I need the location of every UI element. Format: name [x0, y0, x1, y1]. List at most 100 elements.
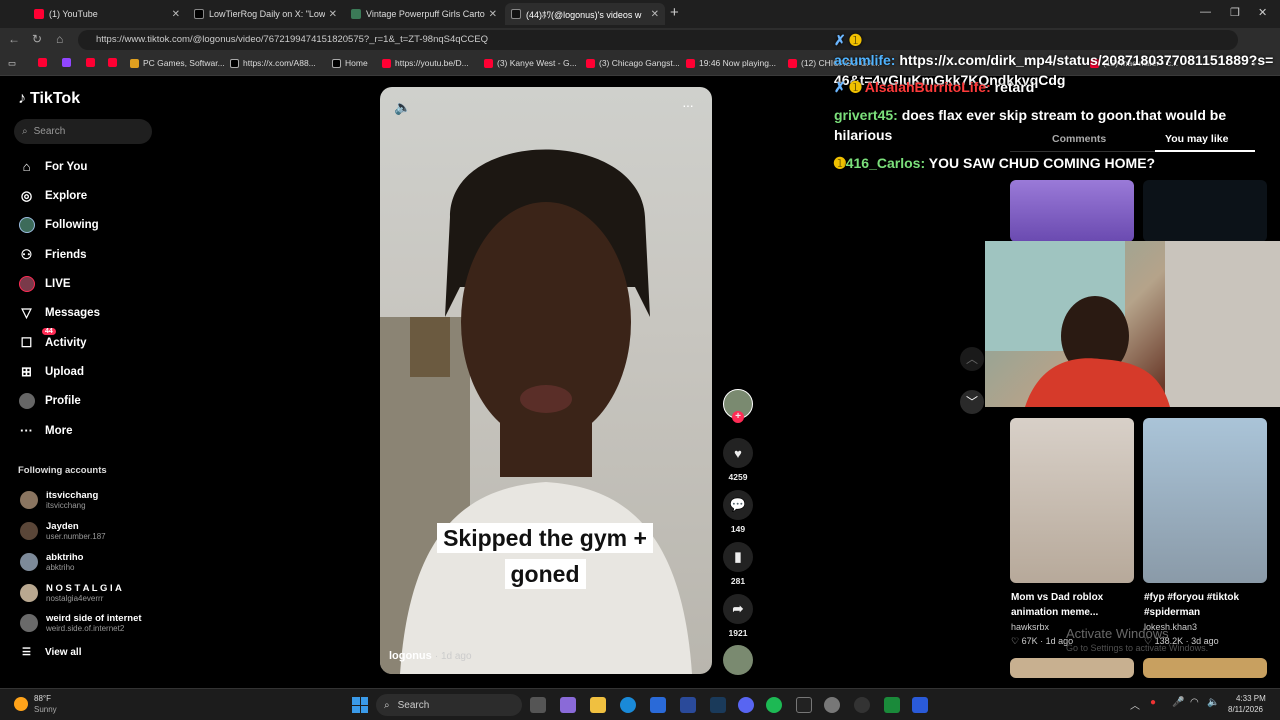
browser-tab-active[interactable]: (44)ﾎﾜ(@logonus)'s videos w ✕ — [505, 3, 665, 25]
bookmark-item[interactable]: Home — [332, 58, 368, 68]
next-video-button[interactable]: ﹀ — [960, 390, 984, 414]
windows-start-icon[interactable] — [352, 697, 368, 713]
bookmark-item[interactable]: https://x.com/A88... — [230, 58, 316, 68]
clock-time[interactable]: 4:33 PM — [1236, 694, 1266, 703]
video-author[interactable]: logonus · 1d ago — [389, 650, 472, 662]
volume-icon[interactable]: 🔈 — [1207, 697, 1219, 708]
sound-avatar-button[interactable] — [722, 645, 754, 679]
browser-tab[interactable]: (1) YouTube ✕ — [28, 3, 186, 25]
active-tab-indicator — [1155, 150, 1255, 152]
excel-icon[interactable] — [884, 697, 900, 713]
settings-icon[interactable] — [824, 697, 840, 713]
like-button[interactable]: ♥ 4259 — [722, 438, 754, 482]
webcam-frame — [985, 241, 1280, 407]
store-icon[interactable] — [650, 697, 666, 713]
maximize-icon[interactable]: ❐ — [1230, 6, 1240, 19]
close-icon[interactable]: ✕ — [651, 9, 659, 20]
nav-activity[interactable]: ☐ 44 Activity — [18, 328, 87, 351]
browser-tab[interactable]: LowTierRog Daily on X: "LowTierG ✕ — [188, 3, 343, 25]
youtube-icon[interactable] — [108, 58, 121, 67]
card-title[interactable]: #fyp #foryou #tiktok #spiderman — [1144, 590, 1256, 620]
epic-games-icon[interactable] — [796, 697, 812, 713]
account-item[interactable]: N O S T A L G I Anostalgia4everrr — [20, 583, 122, 603]
edge-icon[interactable] — [620, 697, 636, 713]
spotify-icon[interactable] — [766, 697, 782, 713]
chevron-up-icon[interactable]: ︿ — [1130, 697, 1140, 712]
video-thumbnail[interactable] — [1143, 180, 1267, 242]
chat-username: grivert45: — [834, 107, 898, 123]
app-icon[interactable] — [680, 697, 696, 713]
nav-friends[interactable]: ⚇ Friends — [18, 246, 87, 263]
previous-video-button[interactable]: ︿ — [960, 347, 984, 371]
save-button[interactable]: ▮ 281 — [722, 542, 754, 586]
bookmark-item[interactable]: (3) Chicago Gangst... — [586, 58, 680, 68]
tray-icon[interactable]: ● — [1150, 697, 1156, 708]
tab-title: (44)ﾎﾜ(@logonus)'s videos w — [526, 9, 642, 20]
account-item[interactable]: weird side of internet weird.side.of.inte… — [20, 613, 142, 633]
bookmark-item[interactable]: 19:46 Now playing... — [686, 58, 776, 68]
video-thumbnail[interactable] — [1010, 180, 1134, 242]
view-all-link[interactable]: ☰ View all — [22, 647, 81, 658]
bookmark-item[interactable]: https://youtu.be/D... — [382, 58, 469, 68]
nav-for-you[interactable]: ⌂ For You — [18, 158, 88, 175]
close-icon[interactable]: ✕ — [489, 9, 497, 20]
nav-label: Messages — [45, 306, 100, 319]
nav-more[interactable]: ··· More — [18, 422, 72, 439]
new-tab-icon[interactable]: + — [670, 4, 679, 21]
task-view-icon[interactable] — [530, 697, 546, 713]
video-thumbnail[interactable] — [1010, 418, 1134, 583]
card-user[interactable]: hawksrbx — [1011, 622, 1049, 632]
comment-button[interactable]: 💬 149 — [722, 490, 754, 534]
video-thumbnail[interactable] — [1010, 658, 1134, 678]
discord-icon[interactable] — [738, 697, 754, 713]
bookmark-item[interactable]: (3) Kanye West - G... — [484, 58, 577, 68]
close-icon[interactable]: ✕ — [172, 9, 180, 20]
chevron-down-icon: ﹀ — [965, 395, 978, 409]
tablet-icon[interactable]: ▭ — [8, 58, 16, 69]
copilot-icon[interactable] — [560, 697, 576, 713]
app-icon[interactable] — [912, 697, 928, 713]
more-options-icon[interactable]: ··· — [682, 97, 694, 113]
youtube-icon[interactable] — [86, 58, 99, 67]
account-item[interactable]: abktriho abktriho — [20, 552, 83, 572]
home-icon[interactable]: ⌂ — [56, 32, 63, 46]
search-input[interactable]: ⌕ Search — [14, 119, 152, 144]
obs-icon[interactable] — [854, 697, 870, 713]
card-title[interactable]: Mom vs Dad roblox animation meme... — [1011, 590, 1129, 620]
nav-explore[interactable]: ◎ Explore — [18, 187, 87, 204]
compass-icon: ◎ — [20, 187, 33, 203]
nav-live[interactable]: LIVE — [18, 275, 71, 292]
close-icon[interactable]: ✕ — [329, 9, 337, 20]
video-thumbnail[interactable] — [1143, 658, 1267, 678]
tiktok-logo[interactable]: ♪ TikTok — [18, 90, 80, 108]
account-item[interactable]: itsvicchang itsvicchang — [20, 490, 98, 510]
bookmark-item[interactable]: PC Games, Softwar... — [130, 58, 225, 68]
mic-icon[interactable]: 🎤 — [1172, 697, 1184, 708]
browser-tab[interactable]: Vintage Powerpuff Girls Cartoon N ✕ — [345, 3, 503, 25]
youtube-icon[interactable] — [38, 58, 51, 67]
author-avatar-button[interactable]: + — [722, 389, 754, 435]
follow-plus-icon[interactable]: + — [732, 411, 744, 423]
volume-icon[interactable]: 🔈 — [394, 99, 411, 116]
video-thumbnail[interactable] — [1143, 418, 1267, 583]
wifi-icon[interactable]: ◠ — [1190, 697, 1199, 708]
steam-icon[interactable] — [710, 697, 726, 713]
chat-message: ✗ ➊ AlsaiahBurritoLife: retard — [834, 77, 1274, 97]
file-explorer-icon[interactable] — [590, 697, 606, 713]
minimize-icon[interactable]: — — [1200, 6, 1211, 18]
weather-text[interactable]: Sunny — [34, 705, 57, 714]
clock-date[interactable]: 8/11/2026 — [1228, 705, 1263, 714]
account-item[interactable]: Jayden user.number.187 — [20, 521, 106, 541]
nav-upload[interactable]: ⊞ Upload — [18, 363, 84, 380]
nav-following[interactable]: Following — [18, 216, 99, 233]
sun-icon[interactable] — [14, 697, 28, 711]
nav-profile[interactable]: Profile — [18, 392, 81, 409]
taskbar-search[interactable]: ⌕ Search — [376, 694, 522, 716]
weather-temp[interactable]: 88°F — [34, 694, 51, 703]
nav-messages[interactable]: ▽ Messages — [18, 304, 100, 321]
twitch-icon[interactable] — [62, 58, 75, 67]
close-window-icon[interactable]: ✕ — [1258, 6, 1267, 19]
share-button[interactable]: ➦ 1921 — [722, 594, 754, 638]
refresh-icon[interactable]: ↻ — [32, 32, 42, 46]
back-icon[interactable]: ← — [8, 32, 20, 46]
